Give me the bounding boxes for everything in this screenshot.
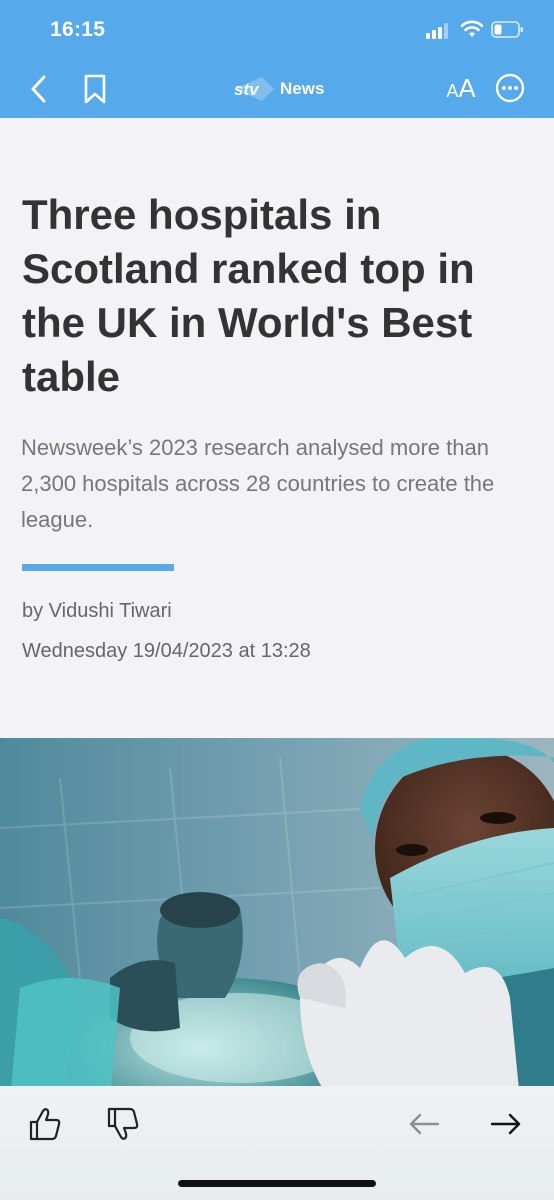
cellular-signal-icon <box>426 23 450 44</box>
text-size-large-glyph: A <box>458 72 476 103</box>
arrow-right-icon <box>490 1113 521 1135</box>
previous-article-button[interactable] <box>404 1106 444 1142</box>
wifi-icon <box>460 19 484 44</box>
hero-image[interactable] <box>0 738 554 1100</box>
article-standfirst: Newsweek’s 2023 research analysed more t… <box>21 435 495 532</box>
status-bar: 16:15 <box>0 0 554 60</box>
accent-divider <box>22 564 174 571</box>
battery-low-icon <box>491 20 525 45</box>
bookmark-icon <box>84 74 106 104</box>
ellipsis-circle-icon <box>495 73 525 103</box>
stv-logo-mark: stv <box>234 77 274 101</box>
thumbs-down-icon <box>107 1107 139 1140</box>
nav-bar: stv News A A <box>0 60 554 118</box>
text-size-button[interactable]: A A <box>440 70 482 106</box>
stv-news-logo: stv News <box>232 74 324 104</box>
article-date: Wednesday 19/04/2023 at 13:28 <box>22 640 311 662</box>
like-button[interactable] <box>26 1104 64 1144</box>
thumbs-up-icon <box>29 1108 61 1141</box>
chevron-left-icon <box>31 75 46 103</box>
surgeon-photo-illustration <box>0 738 554 1100</box>
arrow-left-icon <box>409 1113 440 1135</box>
next-article-button[interactable] <box>486 1106 526 1142</box>
article-byline: by Vidushi Tiwari <box>22 600 172 622</box>
bookmark-button[interactable] <box>80 72 110 106</box>
logo-brand-text: stv <box>234 80 260 99</box>
home-indicator[interactable] <box>178 1180 376 1187</box>
status-time: 16:15 <box>50 18 106 41</box>
text-size-small-glyph: A <box>446 80 459 101</box>
article-headline: Three hospitals in Scotland ranked top i… <box>22 191 475 400</box>
back-button[interactable] <box>24 73 54 105</box>
logo-section-text: News <box>280 79 325 98</box>
more-options-button[interactable] <box>494 72 526 104</box>
dislike-button[interactable] <box>104 1104 142 1144</box>
